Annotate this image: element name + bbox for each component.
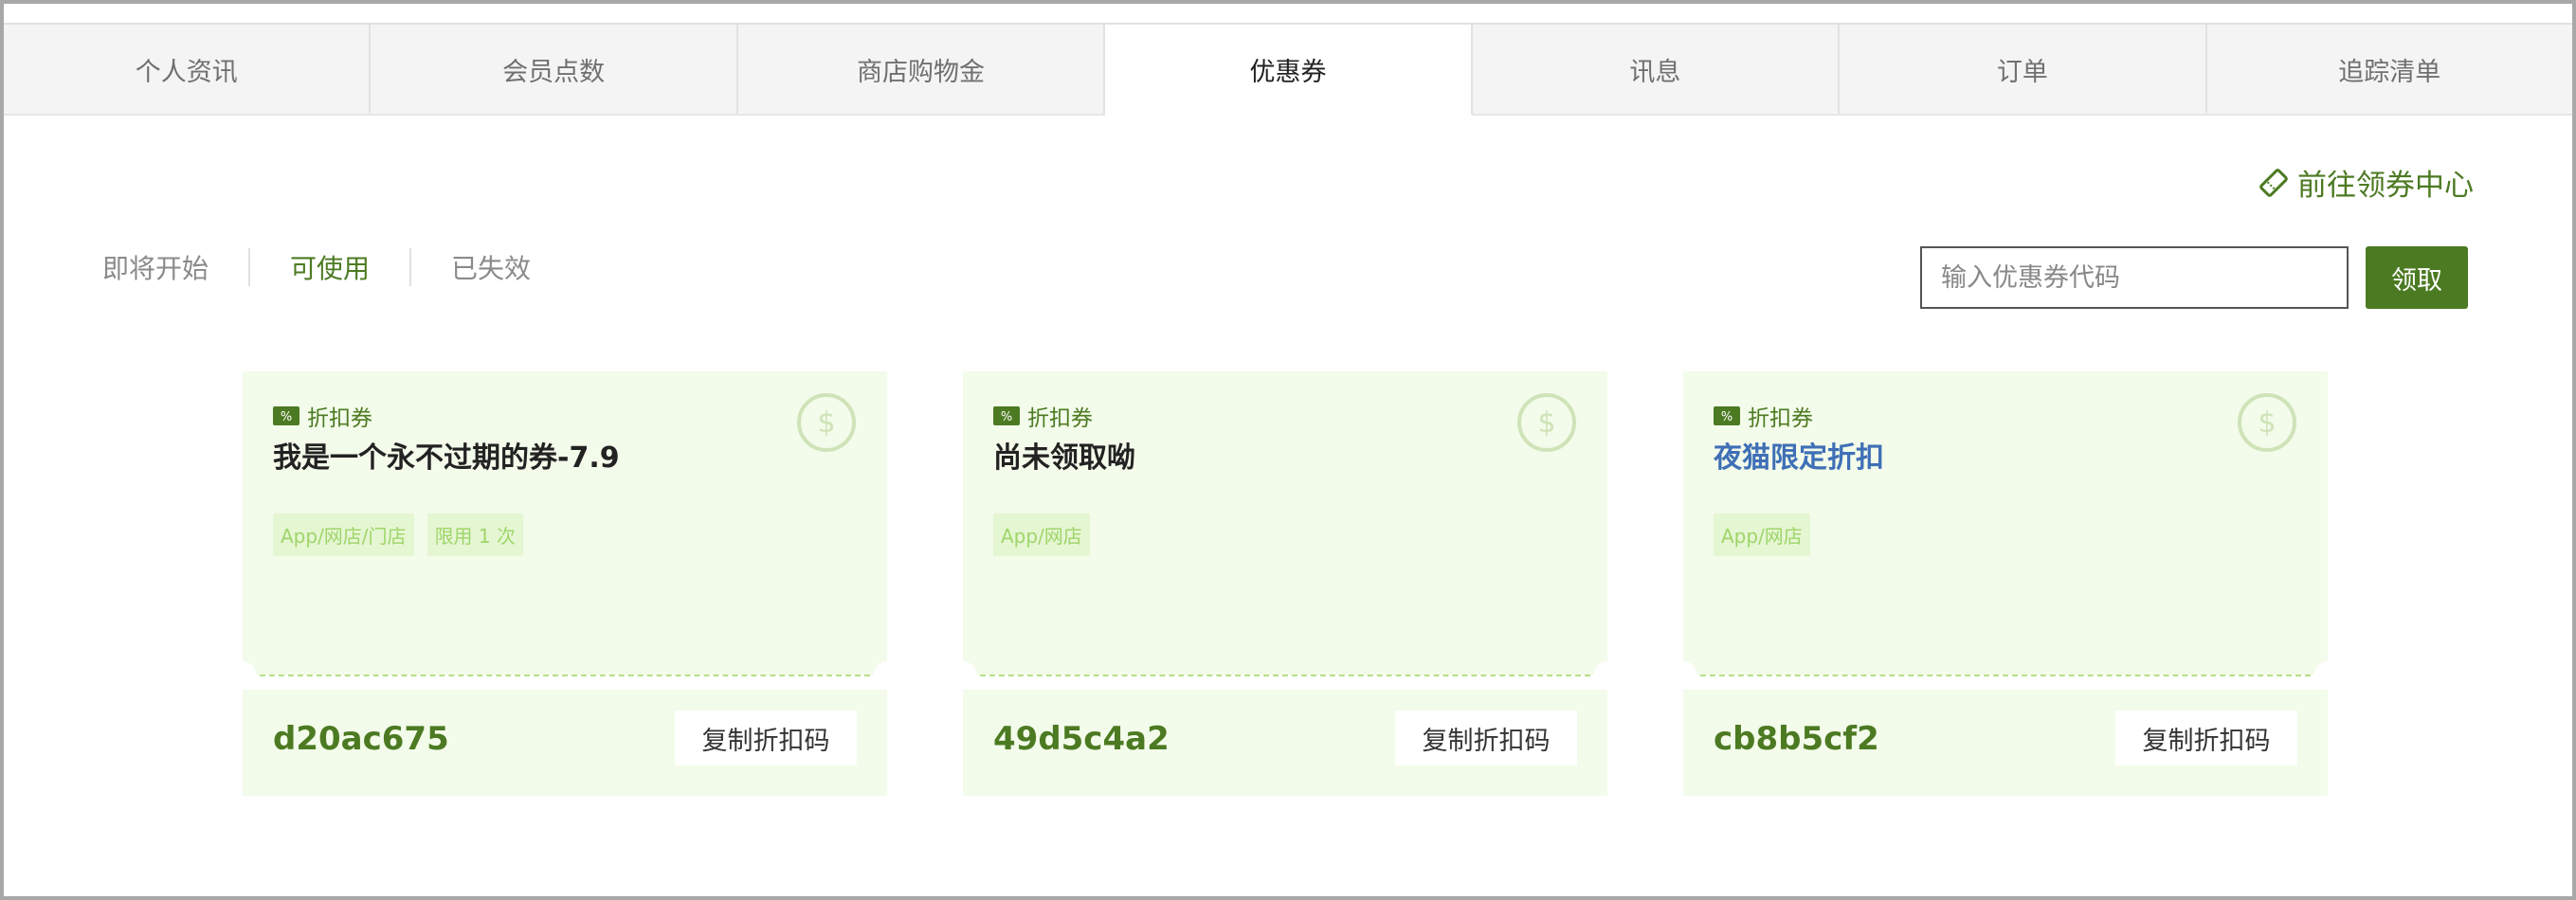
svg-text:$: $: [817, 406, 835, 440]
coupon-code: cb8b5cf2: [1714, 720, 1879, 758]
coupon-card: % 折扣券 尚未领取呦 $ App/网店 49d5c4a2 复制折扣码: [950, 371, 1621, 796]
coupon-type-label: 折扣券: [1748, 406, 1813, 431]
card-divider: [1700, 675, 2311, 676]
coupon-tags: App/网店: [1714, 513, 1823, 556]
svg-text:%: %: [1721, 410, 1732, 424]
discount-tag-icon: %: [993, 406, 1020, 425]
tab-wishlist[interactable]: 追踪清单: [2206, 23, 2572, 114]
coupon-tag-channels: App/网店: [1714, 513, 1810, 556]
coupon-title: 尚未领取呦: [993, 441, 1135, 475]
tab-profile[interactable]: 个人资讯: [4, 23, 372, 114]
card-notch: [874, 661, 900, 688]
dollar-icon: $: [797, 393, 856, 452]
tab-orders[interactable]: 订单: [1840, 23, 2207, 114]
coupon-title[interactable]: 夜猫限定折扣: [1714, 434, 1884, 476]
filter-available[interactable]: 可使用: [250, 248, 409, 286]
coupon-tags: App/网店: [993, 513, 1103, 556]
card-divider: [260, 675, 870, 676]
card-notch: [229, 661, 256, 688]
coupon-tag-channels: App/网店: [993, 513, 1090, 556]
discount-tag-icon: %: [273, 406, 299, 425]
discount-tag-icon: %: [1714, 406, 1740, 425]
card-notch: [1594, 661, 1621, 688]
copy-code-button[interactable]: 复制折扣码: [1395, 711, 1577, 765]
svg-text:$: $: [2258, 406, 2276, 440]
coupon-code: d20ac675: [273, 720, 449, 758]
dollar-icon: $: [2238, 393, 2296, 452]
account-tabs: 个人资讯 会员点数 商店购物金 优惠券 讯息 订单 追踪清单: [4, 23, 2572, 116]
card-notch: [1670, 661, 1696, 688]
svg-text:%: %: [281, 410, 292, 424]
copy-code-button[interactable]: 复制折扣码: [675, 711, 857, 765]
filter-expired[interactable]: 已失效: [411, 248, 571, 286]
tab-member-points[interactable]: 会员点数: [371, 23, 738, 114]
tab-messages[interactable]: 讯息: [1472, 23, 1841, 114]
dollar-icon: $: [1517, 393, 1576, 452]
coupon-type: % 折扣券: [1714, 400, 1813, 432]
coupon-type: % 折扣券: [993, 400, 1093, 432]
coupon-tag-usage-limit: 限用 1 次: [426, 513, 524, 556]
coupon-code: 49d5c4a2: [993, 720, 1170, 758]
svg-text:$: $: [1537, 406, 1555, 440]
coupon-type: % 折扣券: [273, 400, 372, 432]
coupon-type-label: 折扣券: [1027, 406, 1093, 431]
coupon-tag-channels: App/网店/门店: [273, 513, 414, 556]
filter-upcoming[interactable]: 即将开始: [102, 248, 248, 286]
coupon-card: % 折扣券 我是一个永不过期的券-7.9 $ App/网店/门店 限用 1 次 …: [229, 371, 900, 796]
svg-text:%: %: [1001, 410, 1012, 424]
tab-store-credit[interactable]: 商店购物金: [737, 23, 1106, 114]
claim-button[interactable]: 领取: [2366, 246, 2468, 309]
copy-code-button[interactable]: 复制折扣码: [2115, 711, 2297, 765]
card-notch: [950, 661, 976, 688]
coupon-code-input[interactable]: [1920, 246, 2349, 309]
coupon-center-label: 前往领券中心: [2297, 169, 2474, 203]
card-notch: [2314, 661, 2341, 688]
coupon-tags: App/网店/门店 限用 1 次: [273, 513, 536, 556]
coupon-status-filters: 即将开始 可使用 已失效: [102, 248, 571, 286]
page-frame: 个人资讯 会员点数 商店购物金 优惠券 讯息 订单 追踪清单 前往领券中心 即将…: [4, 4, 2572, 896]
card-divider: [980, 675, 1590, 676]
coupon-title: 我是一个永不过期的券-7.9: [273, 441, 620, 475]
coupon-center-link[interactable]: 前往领券中心: [2258, 161, 2474, 204]
ticket-icon: [2259, 168, 2288, 197]
coupon-type-label: 折扣券: [307, 406, 372, 431]
tab-coupons[interactable]: 优惠券: [1105, 23, 1473, 116]
coupon-card: % 折扣券 夜猫限定折扣 $ App/网店 cb8b5cf2 复制折扣码: [1670, 371, 2341, 796]
